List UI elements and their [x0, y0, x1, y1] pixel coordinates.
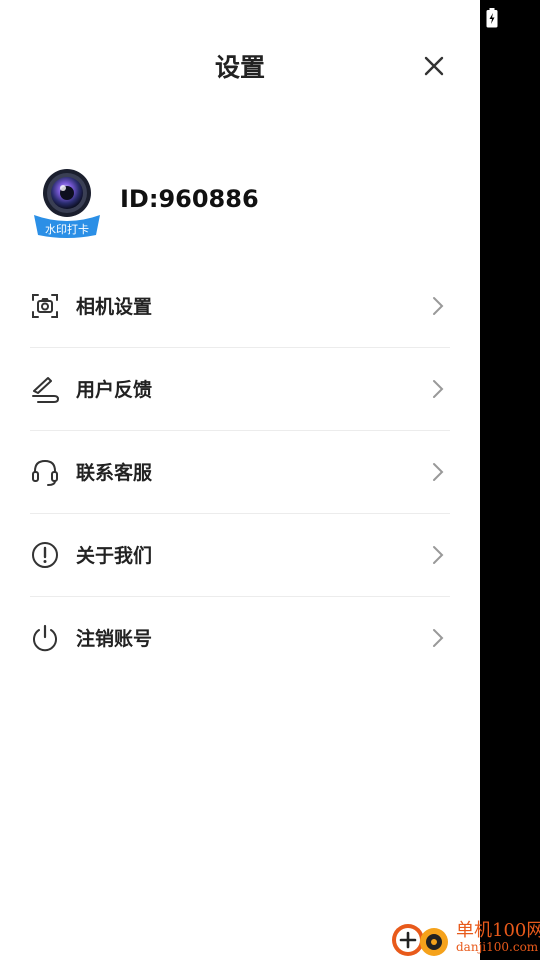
- chevron-right-icon: [433, 629, 444, 647]
- menu-item-label: 相机设置: [76, 296, 153, 318]
- watermark-domain: danji100.com: [456, 940, 539, 954]
- menu-item-delete-account[interactable]: 注销账号: [30, 597, 450, 679]
- info-exclamation-icon: [32, 542, 58, 568]
- feedback-pen-icon: [32, 377, 60, 403]
- chevron-right-icon: [433, 297, 444, 315]
- menu-item-label: 联系客服: [76, 462, 153, 484]
- watermark: 单机100网 danji100.com: [388, 916, 540, 960]
- menu-item-about-us[interactable]: 关于我们: [30, 514, 450, 597]
- avatar[interactable]: 水印打卡: [30, 165, 104, 239]
- close-icon[interactable]: [418, 50, 450, 82]
- power-icon: [33, 624, 57, 652]
- chevron-right-icon: [433, 546, 444, 564]
- watermark-brand: 单机100网: [456, 920, 540, 941]
- menu-item-user-feedback[interactable]: 用户反馈: [30, 348, 450, 431]
- page-title: 设置: [214, 53, 265, 82]
- danji-logo-icon: [392, 924, 448, 956]
- profile-section: 水印打卡 ID:960886: [30, 165, 450, 243]
- chevron-right-icon: [433, 380, 444, 398]
- settings-menu: 相机设置 用户反馈 联系客服 关于我们 注销账号: [30, 265, 450, 679]
- settings-panel: 设置 水印打卡 ID:960886 相机设置 用户反馈 联系客服 关于我们 注销…: [0, 0, 480, 960]
- headset-icon: [32, 459, 58, 486]
- camera-settings-icon: [32, 294, 58, 318]
- menu-item-label: 注销账号: [76, 628, 153, 650]
- chevron-right-icon: [433, 463, 444, 481]
- menu-item-label: 用户反馈: [76, 379, 153, 401]
- battery-charging-icon: [486, 8, 498, 28]
- menu-item-label: 关于我们: [76, 545, 153, 567]
- menu-item-contact-support[interactable]: 联系客服: [30, 431, 450, 514]
- user-id: ID:960886: [120, 185, 259, 213]
- avatar-badge-text: 水印打卡: [45, 222, 89, 236]
- menu-item-camera-settings[interactable]: 相机设置: [30, 265, 450, 348]
